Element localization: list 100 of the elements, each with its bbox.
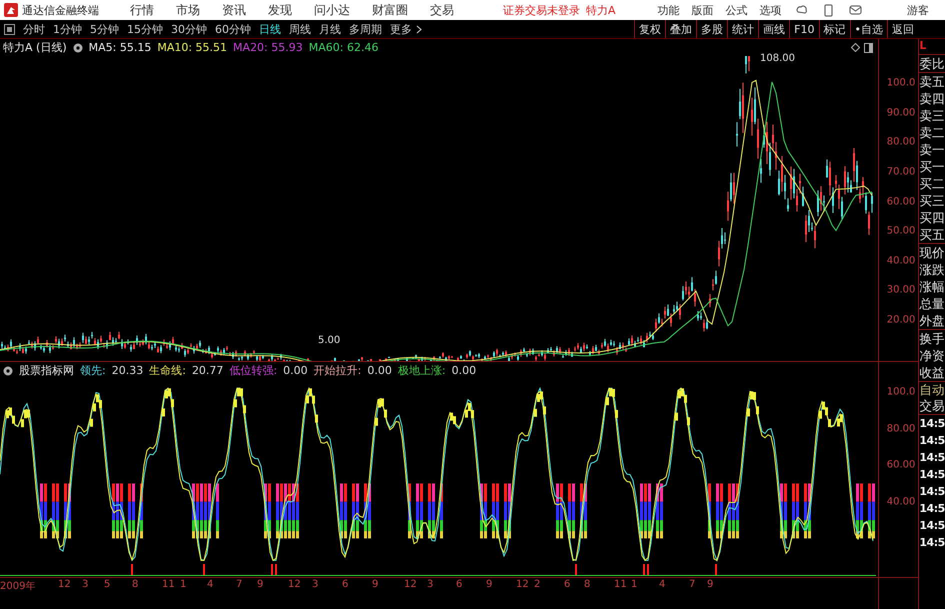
quote-label: 换手: [919, 330, 945, 347]
quote-label: 买三: [919, 192, 945, 209]
period-tab[interactable]: 1分钟: [53, 22, 82, 36]
period-tab[interactable]: 5分钟: [90, 22, 119, 36]
panel-icon[interactable]: [4, 24, 15, 34]
quote-label: 卖三: [919, 107, 945, 124]
date-label: 5: [104, 579, 110, 590]
cloud-icon[interactable]: [796, 4, 808, 16]
panel-marker: L: [919, 39, 928, 54]
quote-label: 委比: [919, 55, 945, 72]
date-label: 8: [584, 579, 590, 590]
menu-item[interactable]: 市场: [176, 2, 200, 18]
date-label: 9: [707, 579, 714, 590]
chart-title: 特力A (日线): [3, 40, 67, 55]
quote-label: 涨幅: [919, 278, 945, 295]
date-label: 12: [516, 579, 529, 590]
phone-icon[interactable]: [824, 4, 833, 16]
period-tab[interactable]: 30分钟: [171, 22, 207, 36]
legend-label: 领先:: [80, 363, 106, 378]
menu-item[interactable]: 选项: [760, 2, 782, 18]
quote-label: 收益: [919, 364, 945, 381]
date-label: 9: [486, 579, 492, 590]
period-tab[interactable]: 60分钟: [215, 22, 251, 36]
period-tab[interactable]: 月线: [319, 22, 341, 36]
quote-label: 总量: [919, 295, 945, 312]
menu-item[interactable]: 交易: [430, 2, 454, 18]
date-label: 12: [404, 579, 417, 590]
axis-label: 40.00: [886, 496, 916, 508]
menu-item[interactable]: 行情: [130, 2, 154, 18]
quote-label: 现价: [919, 244, 945, 261]
legend-value: 0.00: [367, 364, 392, 377]
window-icon[interactable]: [864, 43, 873, 53]
menu-item[interactable]: 财富圈: [372, 2, 408, 18]
date-label: 1: [631, 579, 638, 590]
quote-label: 卖一: [919, 141, 945, 158]
quote-label: 买二: [919, 175, 945, 192]
user-name[interactable]: 游客: [907, 2, 929, 18]
date-label: 12: [288, 579, 301, 590]
high-price-label: 108.00: [760, 52, 795, 64]
stock-name: 特力A: [586, 2, 616, 18]
date-label: 4: [659, 579, 666, 590]
period-tab[interactable]: 多周期: [349, 22, 382, 36]
app-name: 通达信金融终端: [22, 2, 99, 18]
date-label: 7: [689, 579, 696, 590]
axis-label: 60.00: [886, 196, 916, 208]
settings-icon[interactable]: [3, 366, 13, 376]
menu-item[interactable]: 问小达: [314, 2, 350, 18]
legend-value: MA20: 55.93: [233, 41, 303, 54]
period-tab[interactable]: 分时: [23, 22, 45, 36]
trade-label: 交易: [919, 398, 945, 414]
date-label: 7: [236, 579, 242, 590]
quote-label: 卖五: [919, 73, 945, 90]
axis-label: 70.00: [886, 166, 916, 178]
legend-label: 生命线:: [149, 363, 186, 378]
axis-label: 80.00: [886, 136, 916, 148]
date-label: 3: [427, 579, 434, 590]
axis-label: 40.00: [886, 255, 916, 266]
trade-time: 14:5: [919, 433, 945, 449]
chevron-right-icon: [416, 24, 422, 34]
axis-label: 20.00: [886, 314, 916, 326]
trade-time: 14:5: [919, 535, 945, 551]
date-label: 1: [180, 579, 186, 590]
more-tab[interactable]: 更多: [390, 22, 412, 36]
date-label: 6: [456, 579, 462, 590]
menu-item[interactable]: 资讯: [222, 2, 246, 18]
period-tab[interactable]: 日线: [259, 22, 281, 36]
axis-label: 90.00: [886, 107, 916, 118]
legend-label: 开始拉升:: [314, 363, 362, 378]
quote-label: 买一: [919, 158, 945, 175]
mail-icon[interactable]: [848, 5, 862, 15]
date-label: 9: [257, 579, 264, 590]
quote-label: 外盘: [919, 312, 945, 329]
trade-time: 14:5: [919, 450, 945, 466]
period-tab[interactable]: 周线: [289, 22, 311, 36]
date-label: 3: [82, 579, 88, 590]
settings-icon[interactable]: [72, 42, 83, 52]
legend-value: 0.00: [452, 364, 476, 377]
axis-label: 60.00: [886, 460, 916, 471]
menu-item[interactable]: 公式: [726, 2, 748, 18]
date-label: 11: [614, 579, 627, 590]
date-label: 12: [58, 579, 71, 590]
diamond-icon[interactable]: [851, 43, 860, 52]
date-label: 11: [162, 579, 175, 590]
date-label: 2009年: [0, 580, 36, 593]
date-label: 6: [342, 579, 348, 590]
trade-time: 14:5: [919, 484, 945, 500]
menu-item[interactable]: 发现: [268, 2, 292, 18]
period-tab[interactable]: 15分钟: [127, 22, 163, 36]
trade-time: 14:5: [919, 501, 945, 517]
axis-label: 100.0: [886, 78, 916, 89]
date-label: 2: [534, 579, 540, 590]
date-label: 8: [132, 579, 138, 590]
menu-item[interactable]: 功能: [658, 2, 680, 18]
axis-label: 50.00: [886, 226, 916, 237]
axis-label: 100.0: [886, 386, 916, 398]
menu-item[interactable]: 版面: [692, 2, 714, 18]
legend-value: MA60: 62.46: [308, 41, 378, 54]
quote-label: 买五: [919, 226, 945, 243]
quote-label: 卖二: [919, 124, 945, 141]
legend-label: 极地上涨:: [398, 363, 446, 378]
